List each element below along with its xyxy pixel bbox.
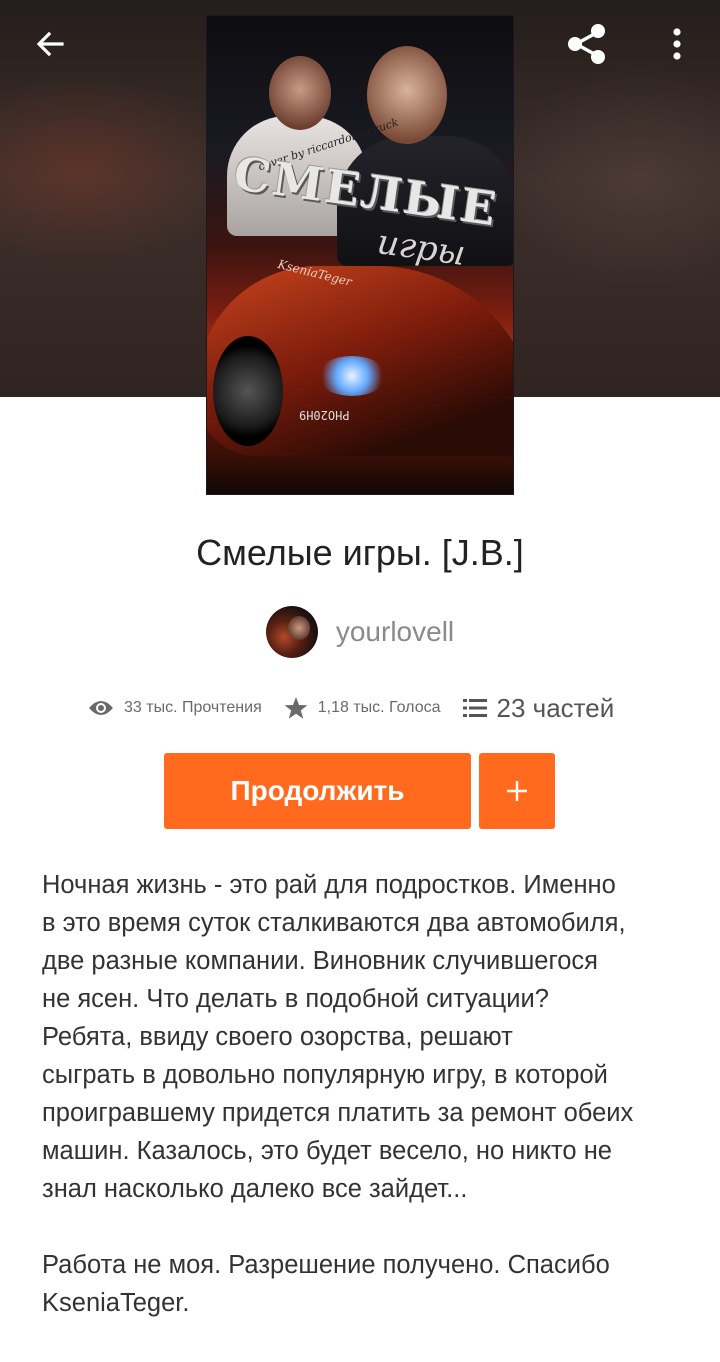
cover-car-headlight	[317, 356, 387, 396]
plus-icon	[507, 781, 527, 801]
book-cover[interactable]: cover by riccardolucccuck СМЕЛЫЕ игры Ks…	[206, 15, 514, 495]
description-paragraph: Работа не моя. Разрешение получено. Спас…	[42, 1251, 610, 1317]
author-name[interactable]: yourlovell	[336, 616, 454, 648]
add-to-library-button[interactable]	[479, 753, 555, 829]
parts-stat[interactable]: 23 частей	[462, 693, 615, 724]
author-link[interactable]: yourlovell	[0, 604, 720, 660]
more-options-button[interactable]	[651, 18, 703, 70]
story-title: Смелые игры. [J.B.]	[196, 532, 524, 573]
cover-car-wheel	[213, 336, 283, 446]
arrow-left-icon	[36, 31, 64, 57]
votes-stat: 1,18 тыс. Голоса	[284, 696, 441, 720]
votes-count: 1,18 тыс. Голоса	[317, 699, 441, 716]
eye-icon	[89, 701, 113, 715]
story-stats: 33 тыс. Прочтения 1,18 тыс. Голоса 23 ча…	[88, 686, 636, 730]
reads-stat: 33 тыс. Прочтения	[88, 699, 262, 717]
cover-figure-left-head	[269, 56, 331, 130]
star-icon	[284, 697, 308, 719]
more-vertical-icon	[673, 28, 681, 60]
story-description: Ночная жизнь - это рай для подростков. И…	[42, 866, 692, 1322]
list-icon	[462, 699, 487, 717]
back-button[interactable]	[24, 18, 76, 70]
continue-reading-button[interactable]: Продолжить	[164, 753, 471, 829]
share-button[interactable]	[561, 18, 613, 70]
author-avatar[interactable]	[265, 606, 318, 658]
share-icon	[568, 24, 605, 64]
cover-plate: PHO20H9	[299, 408, 350, 422]
parts-count[interactable]: 23 частей	[497, 693, 615, 724]
reads-count: 33 тыс. Прочтения	[124, 699, 262, 716]
description-paragraph: Ночная жизнь - это рай для подростков. И…	[42, 871, 634, 1203]
